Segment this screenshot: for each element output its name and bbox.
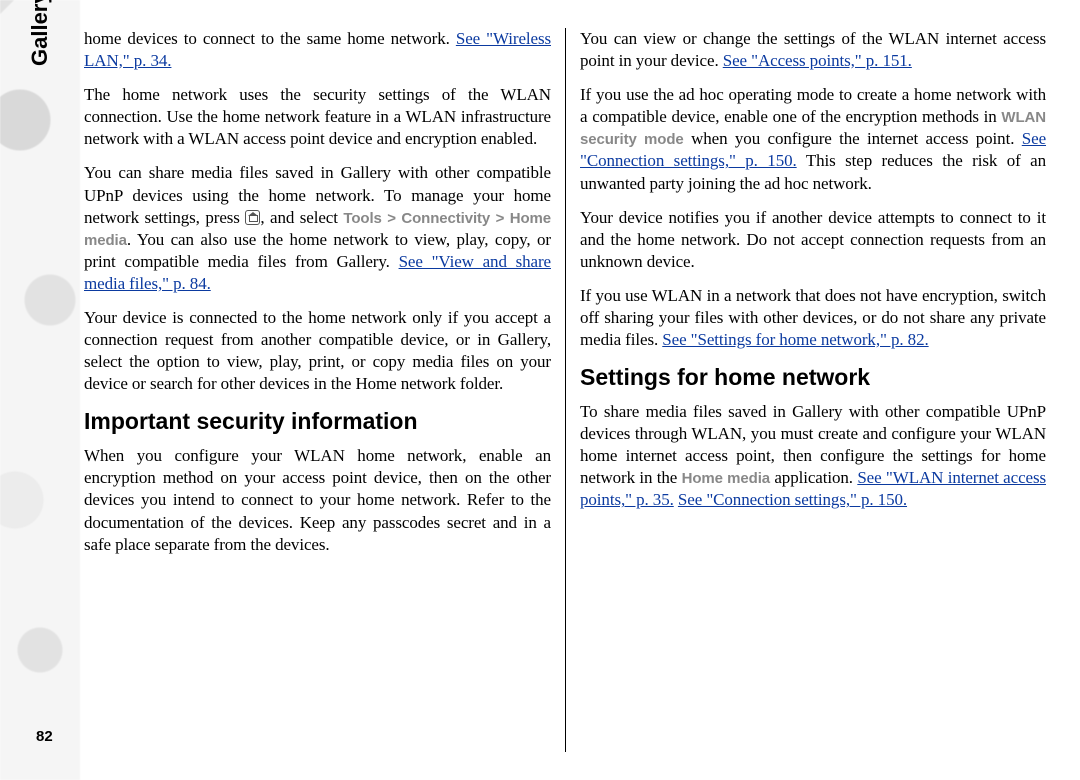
link-settings-home-network[interactable]: See "Settings for home network," p. 82. xyxy=(662,330,928,349)
text: , and select xyxy=(260,208,343,227)
ui-home-media: Home media xyxy=(682,470,770,487)
left-para-3: You can share media files saved in Galle… xyxy=(84,162,551,295)
menu-key-icon xyxy=(245,210,260,225)
left-para-4: Your device is connected to the home net… xyxy=(84,307,551,395)
right-para-1: You can view or change the settings of t… xyxy=(580,28,1046,72)
heading-security-info: Important security information xyxy=(84,407,551,437)
link-access-points[interactable]: See "Access points," p. 151. xyxy=(723,51,912,70)
link-connection-settings-2[interactable]: See "Connection settings," p. 150. xyxy=(678,490,907,509)
heading-settings-home-network: Settings for home network xyxy=(580,363,1046,393)
right-para-2: If you use the ad hoc operating mode to … xyxy=(580,84,1046,194)
section-side-label: Gallery xyxy=(26,0,55,66)
two-column-layout: home devices to connect to the same home… xyxy=(80,28,1050,752)
right-para-3: Your device notifies you if another devi… xyxy=(580,207,1046,273)
left-decorative-background xyxy=(0,0,80,780)
right-para-5: To share media files saved in Gallery wi… xyxy=(580,401,1046,511)
ui-path-tools: Tools xyxy=(343,210,381,227)
text: when you configure the internet access p… xyxy=(684,129,1022,148)
right-column: You can view or change the settings of t… xyxy=(565,28,1050,752)
text: If you use the ad hoc operating mode to … xyxy=(580,85,1046,126)
ui-path-connectivity: Connectivity xyxy=(401,210,490,227)
left-para-2: The home network uses the security setti… xyxy=(84,84,551,150)
ui-path-sep: > xyxy=(490,210,510,227)
text: application. xyxy=(770,468,857,487)
text: home devices to connect to the same home… xyxy=(84,29,456,48)
left-para-5: When you configure your WLAN home networ… xyxy=(84,445,551,555)
left-para-1: home devices to connect to the same home… xyxy=(84,28,551,72)
left-column: home devices to connect to the same home… xyxy=(80,28,565,752)
ui-path-sep: > xyxy=(382,210,402,227)
page-number: 82 xyxy=(36,727,53,747)
right-para-4: If you use WLAN in a network that does n… xyxy=(580,285,1046,351)
